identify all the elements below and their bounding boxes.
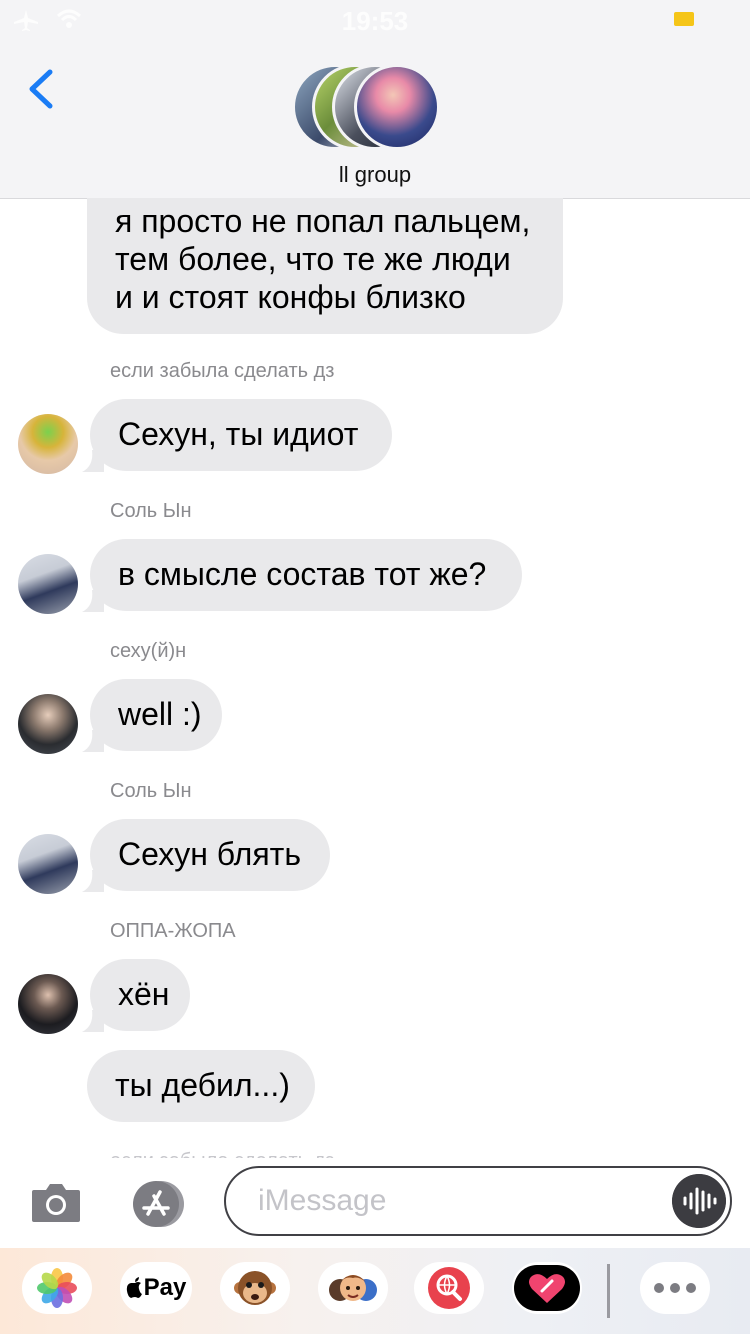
message-text: Сехун блять	[118, 836, 301, 872]
photos-app-button[interactable]	[22, 1262, 92, 1314]
message-bubble[interactable]: well :)	[90, 679, 222, 751]
back-chevron-icon[interactable]	[24, 66, 64, 112]
message-text: я просто не попал пальцем, тем более, чт…	[115, 203, 531, 315]
sender-name: сеху(й)н	[110, 640, 187, 662]
sender-name: если забыла сделать дз	[110, 360, 335, 382]
camera-icon[interactable]	[30, 1180, 82, 1224]
sender-avatar[interactable]	[18, 414, 78, 474]
status-bar: 19:53	[0, 0, 750, 40]
message-text: ты дебил...)	[115, 1067, 290, 1103]
digital-touch-button[interactable]	[512, 1262, 582, 1314]
message-text: well :)	[118, 696, 202, 732]
sender-avatar[interactable]	[18, 694, 78, 754]
image-search-button[interactable]	[414, 1262, 484, 1314]
battery-icon	[674, 12, 694, 26]
message-bubble[interactable]: Сехун блять	[90, 819, 330, 891]
conversation-header: 19:53 ll group	[0, 0, 750, 199]
app-drawer-divider	[607, 1264, 610, 1318]
status-time: 19:53	[341, 6, 409, 36]
sender-name: Соль Ын	[110, 780, 192, 802]
message-bubble[interactable]: ты дебил...)	[87, 1050, 315, 1122]
animoji-button[interactable]	[220, 1262, 290, 1314]
message-composer	[0, 1158, 750, 1246]
memoji-icon	[329, 1275, 377, 1301]
app-store-icon[interactable]	[126, 1180, 188, 1228]
group-name[interactable]: ll group	[0, 162, 750, 188]
group-avatar-stack[interactable]	[292, 64, 462, 150]
message-bubble[interactable]: в смысле состав тот же?	[90, 539, 522, 611]
message-bubble[interactable]: хён	[90, 959, 190, 1031]
more-ellipsis-icon	[654, 1283, 696, 1293]
message-bubble[interactable]: я просто не попал пальцем, тем более, чт…	[87, 198, 563, 334]
message-bubble[interactable]: Сехун, ты идиот	[90, 399, 392, 471]
sender-name: Соль Ын	[110, 500, 192, 522]
message-text: в смысле состав тот же?	[118, 556, 487, 592]
memoji-stickers-button[interactable]	[318, 1262, 388, 1314]
voice-message-icon[interactable]	[672, 1174, 726, 1228]
more-apps-button[interactable]	[640, 1262, 710, 1314]
photos-icon	[37, 1268, 77, 1308]
sender-avatar[interactable]	[18, 834, 78, 894]
message-text: Сехун, ты идиот	[118, 416, 359, 452]
sender-avatar[interactable]	[18, 974, 78, 1034]
message-text: хён	[118, 976, 170, 1012]
sender-name: ОППА-ЖОПА	[110, 920, 236, 942]
imessage-app-drawer: Pay	[0, 1248, 750, 1334]
apple-logo-icon	[126, 1277, 142, 1298]
sender-avatar[interactable]	[18, 554, 78, 614]
group-member-avatar	[354, 64, 440, 150]
imessage-input[interactable]	[224, 1166, 732, 1236]
apple-pay-button[interactable]: Pay	[120, 1262, 192, 1314]
globe-search-icon	[428, 1267, 470, 1309]
apple-pay-label: Pay	[143, 1274, 187, 1301]
digital-touch-heart-icon	[514, 1265, 580, 1311]
monkey-animoji-icon	[234, 1271, 276, 1305]
